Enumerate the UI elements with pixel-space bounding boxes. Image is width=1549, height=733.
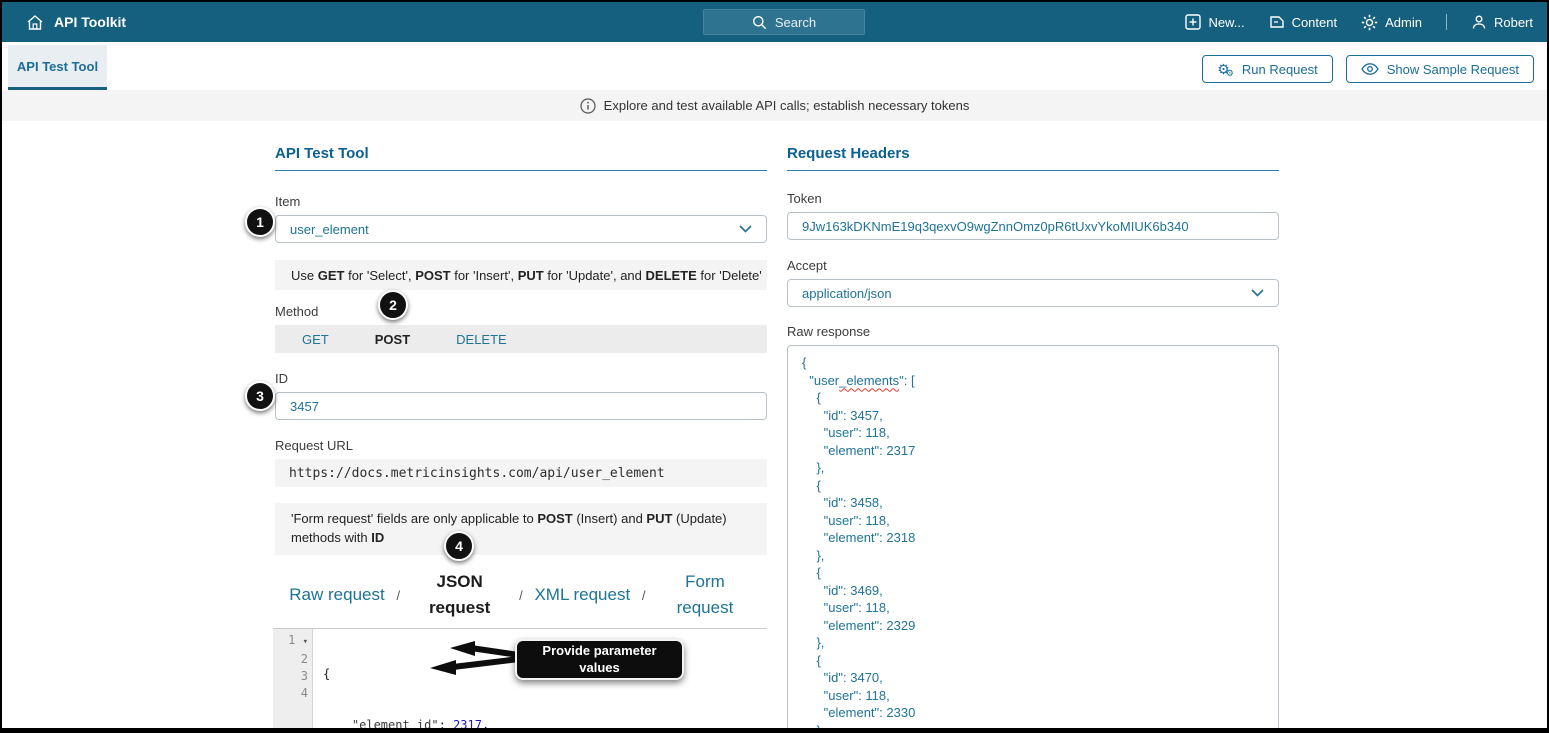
plus-square-icon bbox=[1185, 14, 1202, 30]
request-format-tabs: Raw request / JSON request / XML request… bbox=[275, 569, 767, 622]
eye-icon bbox=[1360, 63, 1379, 75]
raw-response-text: { "user_elements": [ { "id": 3457, "user… bbox=[802, 355, 916, 728]
step-badge-4: 4 bbox=[444, 531, 474, 561]
tab-api-test-tool[interactable]: API Test Tool bbox=[8, 45, 107, 90]
accept-select-value: application/json bbox=[802, 285, 892, 301]
user-menu[interactable]: Robert bbox=[1471, 14, 1533, 30]
accept-select[interactable]: application/json bbox=[787, 279, 1279, 307]
right-panel-heading: Request Headers bbox=[787, 145, 1279, 171]
tab-form-request[interactable]: Form request bbox=[657, 569, 753, 622]
code-line: "element_id": 2317, bbox=[351, 718, 490, 728]
request-headers-panel: Request Headers Token Accept application… bbox=[787, 145, 1279, 728]
id-label: ID bbox=[275, 371, 288, 386]
step-badge-1: 1 bbox=[245, 207, 275, 237]
info-text: Explore and test available API calls; es… bbox=[603, 98, 970, 113]
fold-arrow-icon[interactable]: ▾ bbox=[303, 637, 308, 647]
show-sample-request-button[interactable]: Show Sample Request bbox=[1345, 55, 1534, 83]
tab-raw-request[interactable]: Raw request bbox=[289, 582, 385, 608]
method-label: Method bbox=[275, 304, 319, 319]
search-placeholder: Search bbox=[774, 14, 817, 30]
tab-json-request[interactable]: JSON request bbox=[412, 569, 508, 622]
raw-response-label: Raw response bbox=[787, 324, 871, 339]
run-request-button[interactable]: ⚙ ⚙ Run Request bbox=[1202, 55, 1333, 83]
method-delete[interactable]: DELETE bbox=[456, 332, 507, 347]
new-button[interactable]: New... bbox=[1185, 14, 1245, 30]
left-panel-heading: API Test Tool bbox=[275, 145, 767, 171]
top-nav: API Toolkit Search New... Content Admin … bbox=[2, 2, 1547, 42]
method-help-text: Use GET for 'Select', POST for 'Insert',… bbox=[275, 260, 767, 290]
chevron-down-icon bbox=[739, 225, 752, 233]
editor-gutter: 1 ▾ 2 3 4 bbox=[273, 629, 313, 728]
item-label: Item bbox=[275, 194, 301, 209]
nav-divider bbox=[1445, 14, 1447, 30]
id-input[interactable] bbox=[275, 392, 767, 420]
token-label: Token bbox=[787, 191, 822, 206]
token-input[interactable] bbox=[787, 212, 1279, 240]
api-test-tool-panel: API Test Tool Item user_element Use GET … bbox=[275, 145, 767, 621]
annotation-arrows bbox=[430, 641, 519, 675]
method-tabs: GET POST DELETE bbox=[275, 325, 767, 353]
method-get[interactable]: GET bbox=[302, 332, 329, 347]
provide-parameter-values-callout: Provide parameter values bbox=[515, 639, 684, 680]
request-url-label: Request URL bbox=[275, 438, 354, 453]
app-title: API Toolkit bbox=[54, 14, 127, 30]
gears-icon: ⚙ ⚙ bbox=[1217, 61, 1234, 78]
home-icon[interactable] bbox=[26, 14, 44, 31]
accept-label: Accept bbox=[787, 258, 827, 273]
step-badge-3: 3 bbox=[245, 381, 275, 411]
method-post[interactable]: POST bbox=[375, 332, 410, 347]
request-url-value: https://docs.metricinsights.com/api/user… bbox=[275, 459, 767, 487]
tab-xml-request[interactable]: XML request bbox=[534, 582, 630, 608]
item-select[interactable]: user_element bbox=[275, 215, 767, 243]
chevron-down-icon bbox=[1251, 289, 1264, 297]
step-badge-2: 2 bbox=[378, 290, 408, 320]
tab-row: API Test Tool ⚙ ⚙ Run Request Show Sample… bbox=[2, 42, 1547, 90]
search-icon bbox=[752, 15, 767, 30]
search-input[interactable]: Search bbox=[703, 9, 865, 35]
info-icon bbox=[580, 97, 596, 114]
admin-button[interactable]: Admin bbox=[1361, 14, 1422, 31]
info-bar: Explore and test available API calls; es… bbox=[2, 90, 1547, 121]
document-icon bbox=[1269, 14, 1285, 30]
form-request-note: 'Form request' fields are only applicabl… bbox=[275, 503, 767, 555]
content-button[interactable]: Content bbox=[1269, 14, 1337, 30]
app-window: API Toolkit Search New... Content Admin … bbox=[2, 2, 1547, 728]
gear-icon bbox=[1361, 14, 1378, 31]
item-select-value: user_element bbox=[290, 221, 369, 237]
raw-response-box[interactable]: { "user_elements": [ { "id": 3457, "user… bbox=[787, 345, 1279, 728]
person-icon bbox=[1471, 14, 1487, 30]
